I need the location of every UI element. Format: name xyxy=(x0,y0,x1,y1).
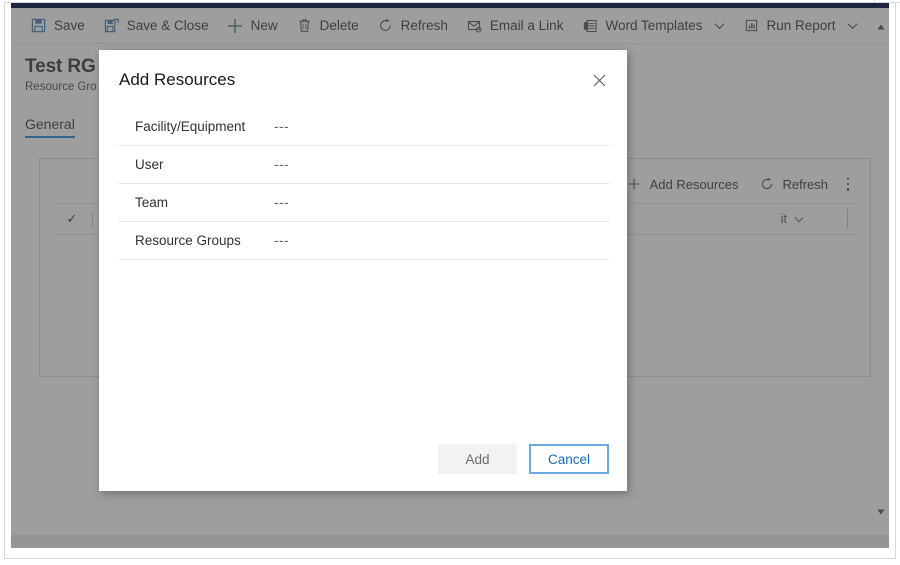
screenshot-root: Save Save & Close xyxy=(0,0,900,565)
field-row-resource-groups[interactable]: Resource Groups --- xyxy=(119,222,609,260)
field-label-user: User xyxy=(135,157,164,172)
add-resources-dialog: Add Resources Facility/Equipment --- Use… xyxy=(99,50,627,491)
field-label-facility-equipment: Facility/Equipment xyxy=(135,119,246,134)
field-row-team[interactable]: Team --- xyxy=(119,184,609,222)
field-label-resource-groups: Resource Groups xyxy=(135,233,241,248)
field-row-facility-equipment[interactable]: Facility/Equipment --- xyxy=(119,108,609,146)
field-value-resource-groups[interactable]: --- xyxy=(274,233,289,248)
field-value-facility-equipment[interactable]: --- xyxy=(274,119,289,134)
cancel-button[interactable]: Cancel xyxy=(529,444,609,474)
dialog-title: Add Resources xyxy=(119,70,236,89)
dialog-footer: Add Cancel xyxy=(99,444,627,474)
window-chrome-corner xyxy=(874,0,900,3)
field-value-user[interactable]: --- xyxy=(274,157,289,172)
close-icon[interactable] xyxy=(589,70,609,90)
field-value-team[interactable]: --- xyxy=(274,195,289,210)
dialog-field-list: Facility/Equipment --- User --- Team ---… xyxy=(119,108,609,260)
add-button[interactable]: Add xyxy=(438,444,517,474)
field-row-user[interactable]: User --- xyxy=(119,146,609,184)
field-label-team: Team xyxy=(135,195,169,210)
dialog-header: Add Resources xyxy=(99,50,627,108)
